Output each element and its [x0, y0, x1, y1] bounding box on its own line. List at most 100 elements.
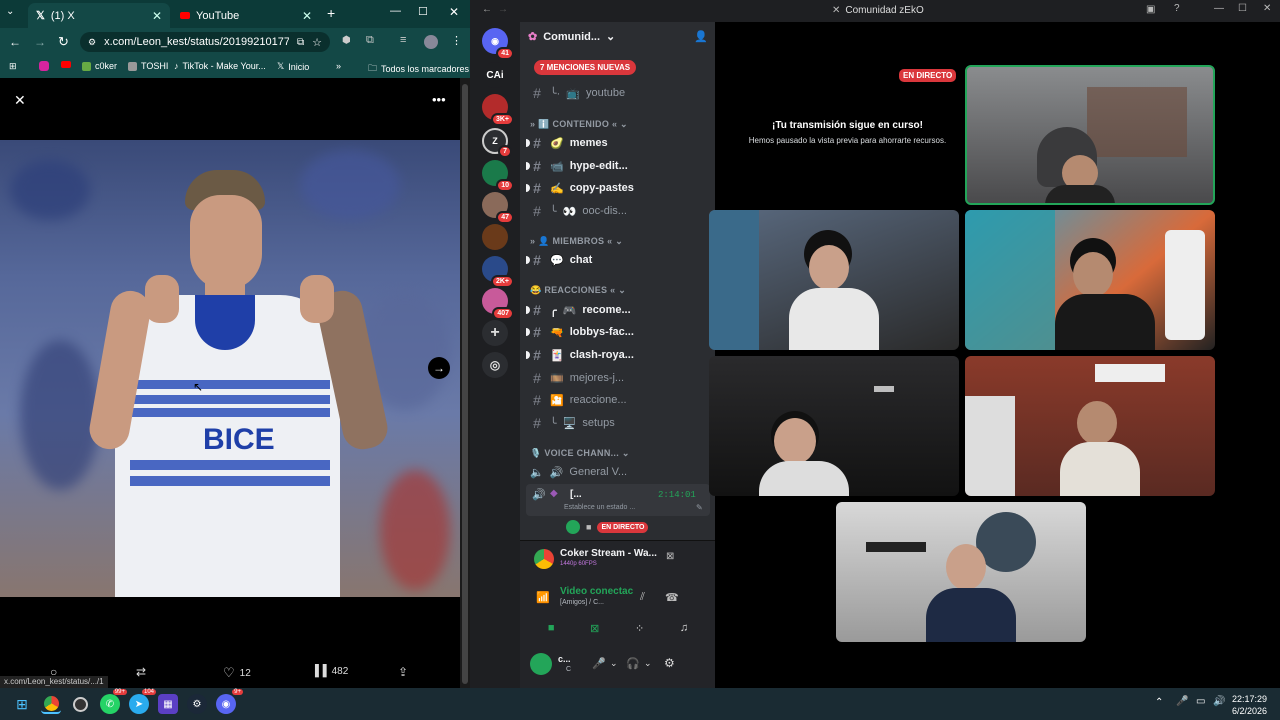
tab-search-icon[interactable]: ⌄: [6, 6, 14, 17]
tweet-photo[interactable]: BICE ↖: [0, 140, 460, 597]
chevron-down-icon[interactable]: ⌄: [610, 658, 618, 669]
taskbar-discord[interactable]: ◉ 9+: [216, 689, 243, 714]
video-tile[interactable]: [836, 502, 1086, 642]
category-reacciones[interactable]: 😂 REACCIONES « ⌄: [530, 285, 626, 296]
profile-avatar[interactable]: [424, 35, 438, 49]
bookmarks-overflow[interactable]: »: [336, 61, 341, 71]
channel-lobbys-fac[interactable]: # 🔫 lobbys-fac...: [526, 322, 710, 342]
inbox-icon[interactable]: ▣: [1146, 4, 1155, 15]
screen-share-button[interactable]: ⊠: [590, 622, 599, 635]
tray-overflow-icon[interactable]: ⌃: [1155, 697, 1163, 708]
taskbar-app[interactable]: ▦: [158, 694, 178, 714]
tab-youtube[interactable]: YouTube ✕: [172, 3, 320, 28]
video-tile[interactable]: [709, 356, 959, 496]
voice-channel-general[interactable]: 🔈 🔊 General V...: [530, 462, 710, 482]
puzzle-icon[interactable]: ⧉: [366, 34, 374, 47]
omnibox[interactable]: ⚙ x.com/Leon_kest/status/2019921017779..…: [80, 32, 330, 52]
volume-icon[interactable]: 🔊: [1213, 696, 1225, 707]
soundboard-button[interactable]: ♫: [680, 622, 688, 634]
start-button[interactable]: ⊞: [12, 694, 32, 714]
channel-clash-roya[interactable]: # 🃏 clash-roya...: [526, 345, 710, 365]
maximize-icon[interactable]: ☐: [418, 5, 428, 18]
install-icon[interactable]: ⧉: [297, 37, 304, 48]
category-voice[interactable]: 🎙️ VOICE CHANN... ⌄: [530, 448, 630, 459]
video-tile[interactable]: [709, 210, 959, 350]
bookmark-toshi[interactable]: TOSHI: [128, 61, 168, 71]
views-button[interactable]: ▐▐ 482: [311, 665, 348, 677]
user-name[interactable]: c...: [558, 654, 571, 664]
discover-icon[interactable]: ◎: [482, 352, 508, 378]
channel-memes[interactable]: # 🥑 memes: [526, 133, 710, 153]
home-button[interactable]: ◉ 41: [482, 28, 514, 60]
close-window-icon[interactable]: ✕: [449, 5, 459, 19]
apps-icon[interactable]: ⊞: [9, 61, 17, 72]
video-tile[interactable]: [965, 356, 1215, 496]
network-icon[interactable]: ▭: [1196, 696, 1205, 707]
menu-icon[interactable]: ⋮: [451, 34, 462, 47]
channel-hype-edit[interactable]: # 📹 hype-edit...: [526, 156, 710, 176]
repost-button[interactable]: ⇄: [136, 665, 146, 679]
connection-status[interactable]: Video conectac: [560, 586, 633, 597]
activities-button[interactable]: ⁘: [635, 622, 644, 635]
chevron-down-icon[interactable]: ⌄: [644, 658, 652, 669]
tab-x[interactable]: 𝕏 (1) X ✕: [28, 3, 170, 28]
user-avatar[interactable]: [530, 653, 552, 675]
bookmark-c0ker[interactable]: c0ker: [82, 61, 117, 71]
voice-status[interactable]: Establece un estado ...: [564, 504, 635, 511]
channel-chat[interactable]: # 💬 chat: [526, 250, 710, 270]
channel-ooc-dis[interactable]: # ╰ 👀 ooc-dis...: [530, 201, 710, 221]
new-mentions-banner[interactable]: 7 MENCIONES NUEVAS: [534, 60, 637, 75]
server-icon[interactable]: 407: [482, 288, 514, 320]
active-voice-channel[interactable]: 🔊 ◆ [... 2:14:01 Establece un estado ...…: [526, 484, 710, 516]
add-server-button[interactable]: +: [482, 320, 508, 346]
category-contenido[interactable]: » ℹ️ CONTENIDO « ⌄: [530, 119, 628, 130]
minimize-icon[interactable]: —: [390, 5, 401, 17]
taskbar-obs[interactable]: [70, 694, 90, 714]
minimize-icon[interactable]: —: [1214, 3, 1224, 14]
noise-suppression-icon[interactable]: ⫽: [640, 591, 645, 604]
video-tile[interactable]: [965, 65, 1215, 205]
forward-icon[interactable]: →: [34, 35, 46, 49]
close-icon[interactable]: ✕: [14, 92, 26, 109]
bookmark-inicio[interactable]: 𝕏 Inicio: [277, 61, 309, 72]
connection-channel[interactable]: [Amigos] / C...: [560, 599, 604, 606]
channel-copy-pastes[interactable]: # ✍️ copy-pastes: [526, 178, 710, 198]
channel-youtube[interactable]: # ╰· 📺 youtube: [530, 83, 710, 103]
help-icon[interactable]: ?: [1174, 3, 1180, 14]
server-icon[interactable]: 3K+: [482, 94, 514, 126]
category-miembros[interactable]: » 👤 MIEMBROS « ⌄: [530, 236, 623, 247]
server-header[interactable]: ✿ Comunid... ⌄ 👤: [528, 30, 708, 44]
disconnect-icon[interactable]: ☎: [665, 591, 679, 604]
page-scrollbar[interactable]: [460, 78, 470, 688]
back-icon[interactable]: ←: [482, 4, 492, 15]
reload-icon[interactable]: ↻: [58, 34, 69, 50]
server-icon[interactable]: 10: [482, 160, 514, 192]
bookmark-star-icon[interactable]: ☆: [312, 36, 322, 49]
server-zeko[interactable]: Z7: [482, 128, 512, 158]
video-tile[interactable]: [965, 210, 1215, 350]
taskbar-chrome[interactable]: [41, 694, 61, 714]
channel-mejores-j[interactable]: # 🎞️ mejores-j...: [530, 368, 710, 388]
instagram-icon[interactable]: [39, 61, 49, 71]
clock[interactable]: 22:17:29 6/2/2026: [1232, 693, 1267, 717]
taskbar-steam[interactable]: ⚙: [187, 694, 207, 714]
channel-recome[interactable]: # ╭ 🎮 recome...: [526, 300, 710, 320]
server-icon[interactable]: 2K+: [482, 256, 514, 288]
server-cai[interactable]: CAi: [482, 62, 508, 88]
channel-reaccione[interactable]: # 🎦 reaccione...: [530, 390, 710, 410]
settings-icon[interactable]: ⚙: [664, 656, 675, 670]
taskbar-whatsapp[interactable]: ✆ 99+: [100, 689, 127, 714]
bookmark-tiktok[interactable]: ♪ TikTok - Make Your...: [174, 61, 266, 71]
next-image-button[interactable]: →: [428, 357, 450, 379]
youtube-bookmark-icon[interactable]: [61, 61, 71, 68]
microphone-icon[interactable]: 🎤: [592, 657, 606, 670]
extension-icon[interactable]: ⬢: [342, 35, 351, 46]
taskbar-telegram[interactable]: ➤ 104: [129, 689, 156, 714]
close-icon[interactable]: ✕: [302, 9, 312, 23]
stop-stream-icon[interactable]: ⊠: [666, 551, 674, 562]
close-window-icon[interactable]: ✕: [1263, 3, 1271, 14]
server-icon[interactable]: [482, 224, 508, 250]
server-icon[interactable]: 47: [482, 192, 514, 224]
edit-icon[interactable]: ✎: [696, 503, 703, 512]
like-button[interactable]: ♡ 12: [223, 665, 251, 681]
